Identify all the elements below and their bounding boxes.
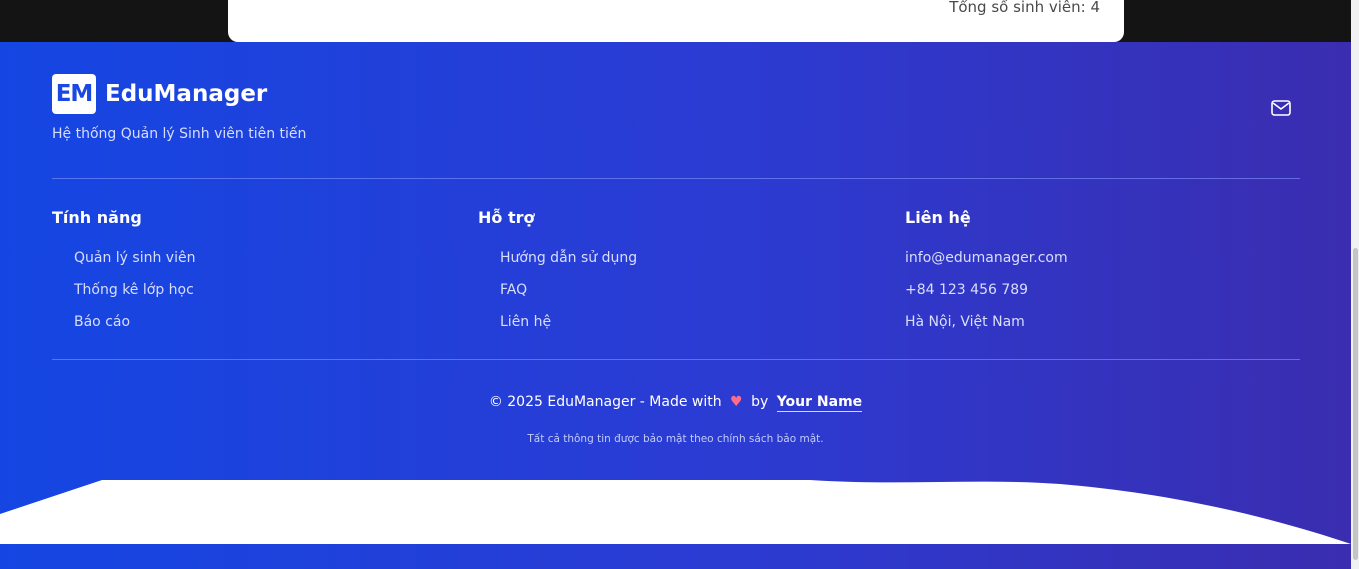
privacy-note: Tất cả thông tin được bảo mật theo chính… xyxy=(527,433,824,445)
features-link[interactable]: Thống kê lớp học xyxy=(74,282,194,298)
features-column: Tính năng Quản lý sinh viên Thống kê lớp… xyxy=(52,208,195,330)
brand-tagline: Hệ thống Quản lý Sinh viên tiên tiến xyxy=(52,126,307,142)
copyright-line: © 2025 EduManager - Made with ♥ by Your … xyxy=(0,394,1351,412)
author-link[interactable]: Your Name xyxy=(776,394,863,412)
support-link[interactable]: FAQ xyxy=(500,282,527,298)
contact-email[interactable]: info@edumanager.com xyxy=(905,250,1068,266)
contact-address: Hà Nội, Việt Nam xyxy=(905,314,1025,330)
mail-icon[interactable] xyxy=(1271,100,1293,118)
contact-title: Liên hệ xyxy=(905,208,971,227)
support-link[interactable]: Liên hệ xyxy=(500,314,551,330)
support-title: Hỗ trợ xyxy=(478,208,535,227)
contact-phone: +84 123 456 789 xyxy=(905,282,1029,298)
copyright-by: by xyxy=(751,394,769,410)
scrollbar-thumb[interactable] xyxy=(1353,248,1358,560)
support-link[interactable]: Hướng dẫn sử dụng xyxy=(500,250,637,266)
contact-column: Liên hệ info@edumanager.com +84 123 456 … xyxy=(905,208,1068,330)
footer-bottom-band xyxy=(0,544,1351,569)
footer-brand[interactable]: EM EduManager xyxy=(52,74,267,114)
features-link[interactable]: Quản lý sinh viên xyxy=(74,250,195,266)
features-title: Tính năng xyxy=(52,208,142,227)
support-column: Hỗ trợ Hướng dẫn sử dụng FAQ Liên hệ xyxy=(478,208,637,330)
site-footer: EM EduManager Hệ thống Quản lý Sinh viên… xyxy=(0,42,1351,569)
brand-logo: EM xyxy=(52,74,96,114)
copyright-text: © 2025 EduManager - Made with xyxy=(488,394,722,410)
student-summary-card: Tổng số sinh viên: 4 xyxy=(228,0,1124,42)
features-link[interactable]: Báo cáo xyxy=(74,314,130,330)
total-students-text: Tổng số sinh viên: 4 xyxy=(949,0,1100,16)
heart-icon: ♥ xyxy=(730,394,743,410)
footer-divider-top xyxy=(52,178,1300,179)
brand-name: EduManager xyxy=(105,81,268,107)
footer-divider-bottom xyxy=(52,359,1300,360)
